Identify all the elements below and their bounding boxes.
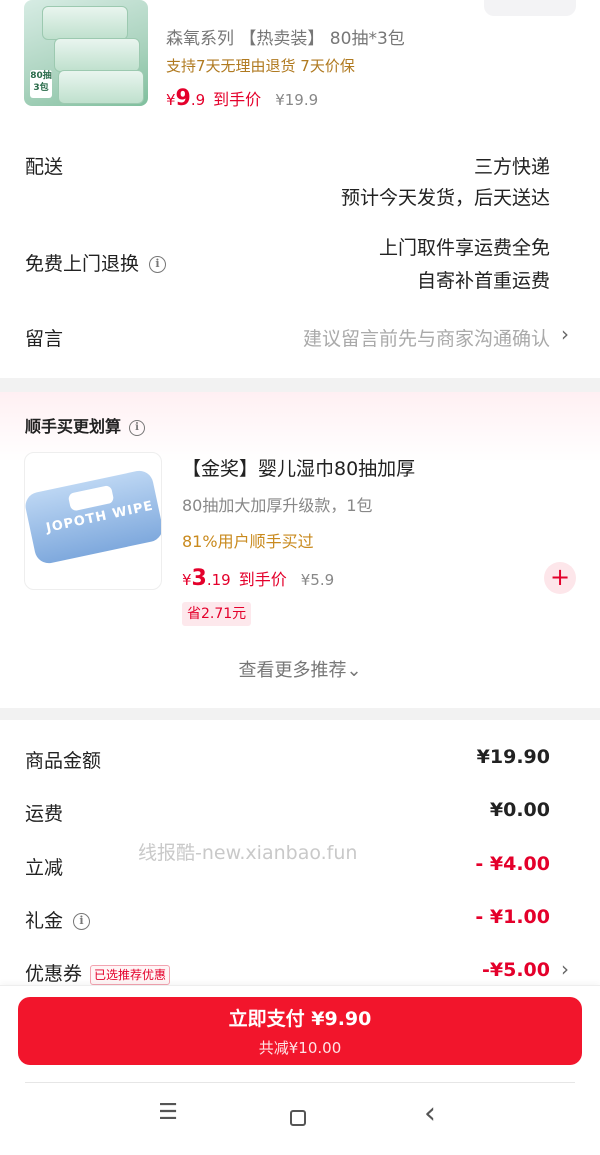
shipping-fee-value: ¥0.00	[489, 799, 550, 821]
product-pack-image	[54, 38, 140, 72]
message-label: 留言	[25, 328, 64, 350]
recommend-item-price: ¥3.19 到手价 ¥5.9	[182, 566, 335, 591]
order-product-section: 80抽 3包 森氧系列 【热卖装】 80抽*3包 支持7天无理由退货 7天价保 …	[0, 0, 600, 120]
section-divider	[0, 378, 600, 392]
info-icon[interactable]: i	[129, 419, 146, 436]
recommend-header: 顺手买更划算 i	[25, 413, 146, 437]
more-recommend-link[interactable]: 查看更多推荐⌄	[0, 656, 600, 682]
section-divider	[0, 708, 600, 720]
product-thumbnail[interactable]: 80抽 3包	[24, 0, 148, 106]
back-icon[interactable]: ‹	[410, 1096, 450, 1131]
gift-money-label: 礼金 i	[25, 906, 91, 933]
instant-discount-value: - ¥4.00	[475, 853, 550, 875]
shipping-fee-label: 运费	[25, 803, 64, 825]
watermark: 线报酷-new.xianbao.fun	[138, 842, 358, 864]
total-saved-label: 共减¥10.00	[258, 1039, 342, 1057]
product-price: ¥9.9 到手价 ¥19.9	[166, 86, 319, 111]
pay-now-button[interactable]: 立即支付 ¥9.90 共减¥10.00	[18, 997, 582, 1065]
return-service-line2: 自寄补首重运费	[416, 270, 550, 292]
recommend-item-thumbnail[interactable]: JOPOTH WIPE	[24, 452, 162, 590]
wipe-pack-image: JOPOTH WIPE	[25, 468, 161, 566]
message-input[interactable]: 建议留言前先与商家沟通确认	[303, 324, 550, 351]
instant-discount-label: 立减	[25, 857, 64, 879]
info-icon[interactable]: i	[149, 256, 167, 273]
chevron-right-icon: ›	[561, 322, 569, 346]
delivery-method: 三方快递	[473, 156, 550, 178]
divider	[25, 1082, 575, 1083]
original-price: ¥19.9	[275, 91, 319, 109]
coupon-value[interactable]: -¥5.00	[482, 959, 550, 981]
recommend-item-title[interactable]: 【金奖】婴儿湿巾80抽加厚	[182, 454, 415, 481]
recommend-item-bought-rate: 81%用户顺手买过	[182, 532, 314, 551]
product-pack-image	[58, 70, 144, 104]
return-service-line1: 上门取件享运费全免	[378, 237, 550, 259]
original-price: ¥5.9	[300, 571, 335, 589]
top-tag	[484, 0, 576, 16]
product-pack-image	[42, 6, 128, 40]
goods-amount-value: ¥19.90	[476, 746, 550, 768]
goods-amount-label: 商品金额	[25, 750, 102, 772]
info-icon[interactable]: i	[73, 913, 91, 930]
pay-now-label: 立即支付 ¥9.90	[228, 1008, 372, 1030]
save-amount-badge: 省2.71元	[182, 602, 252, 626]
chevron-right-icon: ›	[561, 957, 569, 981]
home-square-icon[interactable]	[290, 1110, 306, 1126]
product-count-badge: 80抽 3包	[30, 70, 52, 98]
product-service-guarantee: 支持7天无理由退货 7天价保	[166, 57, 355, 75]
return-service-label[interactable]: 免费上门退换 i	[25, 249, 167, 276]
delivery-label: 配送	[25, 156, 64, 178]
delivery-estimate: 预计今天发货，后天送达	[340, 187, 550, 209]
add-item-button[interactable]: +	[544, 562, 576, 594]
gift-money-value: - ¥1.00	[475, 906, 550, 928]
coupon-label[interactable]: 优惠券 已选推荐优惠	[25, 959, 171, 986]
recommend-item-subtitle: 80抽加大加厚升级款，1包	[182, 496, 373, 515]
product-spec: 森氧系列 【热卖装】 80抽*3包	[166, 29, 405, 49]
coupon-tag: 已选推荐优惠	[90, 964, 171, 985]
menu-icon[interactable]: ☰	[148, 1100, 188, 1125]
